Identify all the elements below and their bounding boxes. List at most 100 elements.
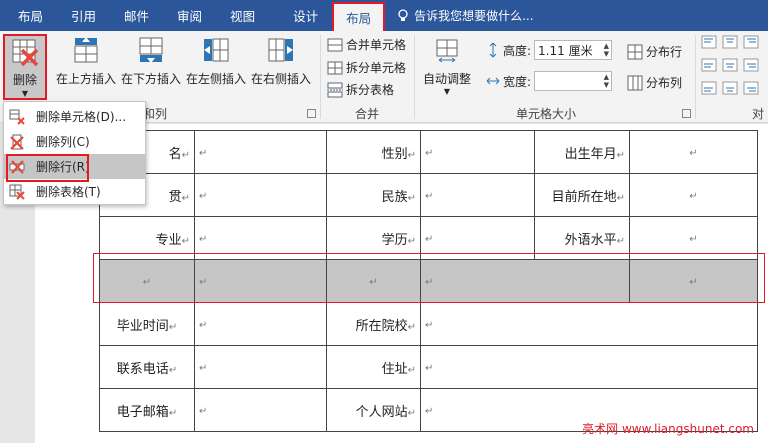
paragraph-mark: ↵ [142,276,152,288]
insert-below-icon [134,33,168,67]
paragraph-mark: ↵ [181,149,190,161]
table-cell[interactable]: ↵ [420,345,758,389]
spinner-arrows-icon[interactable]: ▲ ▼ [604,73,609,89]
cell-text: 学历 [381,232,408,248]
menu-item-delete-table[interactable]: 删除表格(T) [4,179,145,204]
tab-references[interactable]: 引用 [57,0,110,31]
group-label-merge: 合并 [355,107,380,121]
table-cell[interactable]: ↵ [420,302,758,346]
table-cell[interactable]: ↵ [194,216,327,260]
table-cell[interactable]: 目前所在地↵ [534,173,630,217]
insert-below-button[interactable]: 在下方插入 [120,33,182,97]
menu-item-label: 删除单元格(D)... [36,110,127,124]
paragraph-mark: ↵ [425,190,434,202]
delete-button[interactable]: 删除 ▼ [3,34,47,100]
table-cell[interactable]: 联系电话↵ [99,345,195,389]
cell-size-launcher-icon[interactable] [682,109,691,118]
table-cell[interactable]: 性别↵ [326,130,421,174]
tab-mailings[interactable]: 邮件 [110,0,163,31]
table-cell[interactable]: 住址↵ [326,345,421,389]
rows-cols-launcher-icon[interactable] [307,109,316,118]
watermark: 亮术网 www.liangshunet.com [582,422,754,436]
col-width-input[interactable]: ▲ ▼ [534,71,613,91]
table-cell[interactable]: ↵ [629,130,758,174]
tab-view[interactable]: 视图 [216,0,269,31]
table-cell[interactable]: ↵ [194,388,327,432]
distribute-rows-button[interactable]: 分布行 [627,43,682,60]
tab-review[interactable]: 审阅 [163,0,216,31]
table-cell[interactable]: ↵ [420,216,535,260]
paragraph-mark: ↵ [425,276,434,288]
delete-table-icon [8,36,42,68]
table-cell[interactable]: ↵ [99,259,195,303]
split-cells-button[interactable]: 拆分单元格 [327,59,406,76]
paragraph-mark: ↵ [199,362,208,374]
table-cell[interactable]: ↵ [194,302,327,346]
paragraph-mark: ↵ [425,405,434,417]
distribute-cols-icon [627,75,643,90]
table-cell[interactable]: ↵ [194,345,327,389]
paragraph-mark: ↵ [616,149,625,161]
selected-table-row[interactable]: ↵ ↵ ↵ ↵ ↵ [99,259,758,303]
table-cell[interactable]: 学历↵ [326,216,421,260]
table-cell[interactable]: 毕业时间↵ [99,302,195,346]
paragraph-mark: ↵ [168,364,178,376]
table-cell[interactable]: ↵ [194,130,327,174]
row-height-input[interactable]: 1.11 厘米 ▲ ▼ [534,40,613,60]
merge-cells-label: 合并单元格 [346,38,407,52]
merge-cells-button[interactable]: 合并单元格 [327,36,406,53]
paragraph-mark: ↵ [168,407,178,419]
insert-above-button[interactable]: 在上方插入 [55,33,117,97]
paragraph-mark: ↵ [616,235,625,247]
table-cell[interactable]: ↵ [629,216,758,260]
menu-item-delete-cells[interactable]: 删除单元格(D)... [4,104,145,129]
table-cell[interactable]: 民族↵ [326,173,421,217]
split-table-icon [327,82,343,97]
table-cell[interactable]: 电子邮箱↵ [99,388,195,432]
paragraph-mark: ↵ [407,407,416,419]
menu-item-delete-columns[interactable]: 删除列(C) [4,129,145,154]
distribute-rows-icon [627,44,643,59]
table-cell[interactable]: ↵ [629,173,758,217]
menu-item-label: 删除行(R) [36,160,90,174]
table-cell[interactable]: ↵ [420,130,535,174]
paragraph-mark: ↵ [407,364,416,376]
table-cell[interactable]: 个人网站↵ [326,388,421,432]
row-height-control: 高度: 1.11 厘米 ▲ ▼ [486,40,613,60]
table-cell[interactable]: ↵ [420,259,630,303]
row-height-label: 高度: [503,43,532,58]
cell-text: 个人网站 [355,404,408,420]
table-row: 毕业时间↵ ↵ 所在院校↵ ↵ [99,302,758,346]
insert-right-button[interactable]: 在右侧插入 [250,33,312,97]
group-label-rows-cols: 和列 [143,107,168,121]
table-cell[interactable]: ↵ [194,259,327,303]
cell-text: 电子邮箱 [116,404,169,420]
paragraph-mark: ↵ [425,319,434,331]
delete-table-icon [9,184,25,200]
menu-item-delete-rows[interactable]: 删除行(R) [4,154,145,182]
cell-text: 名 [168,146,182,162]
tab-layout-page[interactable]: 布局 [0,0,57,31]
tab-table-layout[interactable]: 布局 [332,2,386,31]
insert-below-label: 在下方插入 [120,72,181,86]
table-cell[interactable]: 专业↵ [99,216,195,260]
tab-table-design[interactable]: 设计 [279,0,332,31]
spinner-arrows-icon[interactable]: ▲ ▼ [604,42,609,58]
tell-me-box[interactable]: 告诉我您想要做什么... [385,0,534,31]
table-cell[interactable]: ↵ [420,173,535,217]
distribute-cols-button[interactable]: 分布列 [627,74,682,91]
table-cell[interactable]: 出生年月↵ [534,130,630,174]
cell-text: 目前所在地 [551,189,617,205]
cell-text: 毕业时间 [116,318,169,334]
insert-left-button[interactable]: 在左侧插入 [185,33,247,97]
autofit-button[interactable]: 自动调整 ▼ [420,33,474,97]
table-cell[interactable]: 所在院校↵ [326,302,421,346]
table-cell[interactable]: ↵ [629,259,758,303]
group-label-cell-size: 单元格大小 [516,107,577,121]
paragraph-mark: ↵ [168,321,178,333]
paragraph-mark: ↵ [181,192,190,204]
split-table-button[interactable]: 拆分表格 [327,81,394,98]
table-cell[interactable]: 外语水平↵ [534,216,630,260]
table-cell[interactable]: ↵ [326,259,421,303]
table-cell[interactable]: ↵ [194,173,327,217]
